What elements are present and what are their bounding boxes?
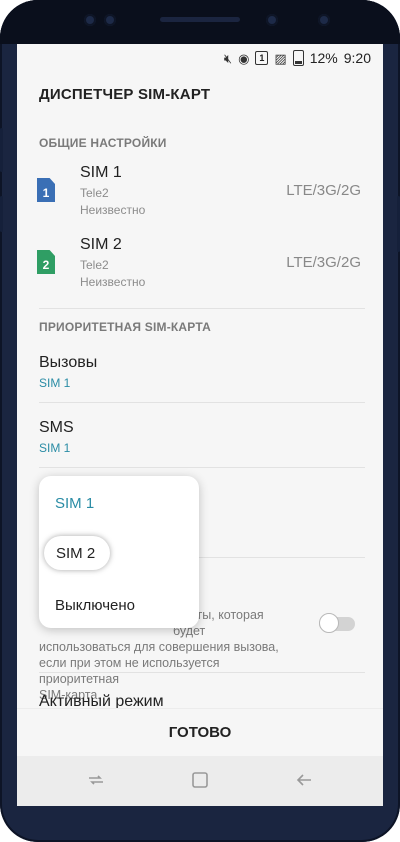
sensor-icon <box>104 14 116 26</box>
sim-network-mode: LTE/3G/2G <box>286 254 361 271</box>
recents-icon[interactable] <box>87 771 105 793</box>
home-icon[interactable] <box>191 771 209 793</box>
sensor-icon <box>84 14 96 26</box>
signal-icon: ▨ <box>274 50 287 66</box>
divider <box>39 308 365 309</box>
divider <box>39 467 365 468</box>
popup-option-off[interactable]: Выключено <box>55 597 135 614</box>
wifi-icon: ◉ <box>238 50 250 66</box>
sim-network-mode: LTE/3G/2G <box>286 182 361 199</box>
phone-top-bezel <box>0 0 400 44</box>
done-button[interactable]: ГОТОВО <box>17 708 383 757</box>
sim-card-icon: 1 <box>37 178 55 202</box>
speaker-grille <box>160 17 240 22</box>
sim-row-2[interactable]: 2 SIM 2 Tele2 Неизвестно LTE/3G/2G <box>17 236 383 300</box>
sim-name: SIM 2 <box>80 236 122 253</box>
section-header-priority: ПРИОРИТЕТНАЯ SIM-КАРТА <box>39 320 211 334</box>
sensor-icon <box>318 14 330 26</box>
divider <box>39 672 365 673</box>
front-camera-icon <box>266 14 278 26</box>
sim-indicator-icon: 1 <box>255 51 269 65</box>
pref-value: SIM 1 <box>39 376 71 390</box>
sim-status: Неизвестно <box>80 275 146 289</box>
toggle-knob <box>319 613 339 633</box>
pref-description: если при этом не используется приоритетн… <box>39 656 220 686</box>
screen: 🔇︎ ◉ 1 ▨ 12% 9:20 ДИСПЕТЧЕР SIM-КАРТ ОБЩ… <box>17 44 383 806</box>
sim-operator: Tele2 <box>80 186 109 200</box>
battery-icon <box>292 50 304 66</box>
clock: 9:20 <box>343 50 371 66</box>
sim-operator: Tele2 <box>80 258 109 272</box>
back-icon[interactable] <box>295 771 313 793</box>
sim-card-icon: 2 <box>37 250 55 274</box>
phone-frame: 🔇︎ ◉ 1 ▨ 12% 9:20 ДИСПЕТЧЕР SIM-КАРТ ОБЩ… <box>0 0 400 842</box>
mute-icon: 🔇︎ <box>223 50 233 66</box>
bixby-button <box>0 196 3 232</box>
pref-title: SMS <box>39 419 74 436</box>
sim-status: Неизвестно <box>80 203 146 217</box>
status-bar: 🔇︎ ◉ 1 ▨ 12% 9:20 <box>17 44 383 72</box>
battery-percent: 12% <box>309 50 338 66</box>
section-header-general: ОБЩИЕ НАСТРОЙКИ <box>39 136 167 150</box>
page-title: ДИСПЕТЧЕР SIM-КАРТ <box>39 86 211 103</box>
popup-option-sim2[interactable]: SIM 2 <box>56 545 95 562</box>
pref-title: Вызовы <box>39 354 98 371</box>
sim-row-1[interactable]: 1 SIM 1 Tele2 Неизвестно LTE/3G/2G <box>17 164 383 228</box>
navigation-bar <box>17 756 383 806</box>
sim-select-popup: SIM 1 SIM 2 Выключено <box>39 476 199 628</box>
confirm-sim-toggle[interactable] <box>319 613 355 635</box>
priority-sms[interactable]: SMS SIM 1 <box>39 419 365 455</box>
volume-button <box>0 128 3 172</box>
divider <box>39 402 365 403</box>
sim-name: SIM 1 <box>80 164 122 181</box>
popup-option-sim1[interactable]: SIM 1 <box>55 495 94 512</box>
priority-calls[interactable]: Вызовы SIM 1 <box>39 354 365 390</box>
pref-description: использоваться для совершения вызова, <box>39 640 279 654</box>
pref-value: SIM 1 <box>39 441 71 455</box>
